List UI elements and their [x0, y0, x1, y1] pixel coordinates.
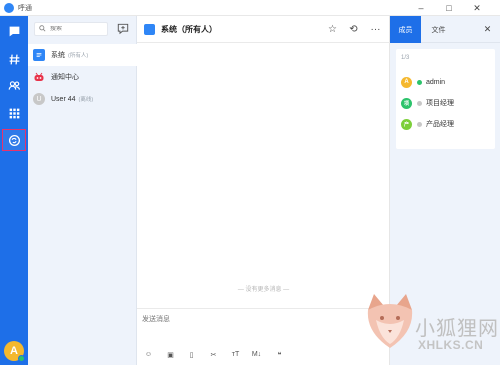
left-nav: A: [0, 16, 28, 365]
no-more-messages: — 没有更多消息 —: [237, 287, 290, 293]
watermark: 小狐狸网 XHLKS.CN: [360, 290, 500, 365]
tab-members[interactable]: 成员: [390, 16, 421, 43]
message-input[interactable]: [142, 314, 382, 338]
member-name: 项目经理: [426, 100, 454, 107]
close-window-button[interactable]: ✕: [464, 0, 490, 16]
screenshot-icon[interactable]: ✂: [208, 349, 219, 360]
star-icon[interactable]: ☆: [326, 23, 339, 36]
avatar-letter: A: [10, 345, 18, 357]
chat-nav-icon[interactable]: [2, 20, 26, 42]
app-logo-icon: [4, 2, 14, 13]
member-name: 产品经理: [426, 121, 454, 128]
panel-tabs: 成员 文件 ✕: [390, 16, 500, 43]
fox-logo-icon: [367, 294, 413, 348]
member-avatar: 项: [401, 97, 412, 109]
member-avatar: A: [401, 76, 412, 88]
list-item-label: 通知中心: [51, 74, 79, 81]
file-icon[interactable]: ▯: [186, 349, 197, 360]
compose-area: ☺ ▣ ▯ ✂ тT M↓ ❝: [137, 308, 390, 365]
maximize-button[interactable]: □: [436, 0, 462, 16]
member-count: 1/3: [401, 55, 410, 61]
list-item-system[interactable]: 系统 (所有人): [28, 44, 137, 66]
watermark-cn: 小狐狸网: [415, 316, 499, 340]
search-box[interactable]: [34, 22, 108, 36]
channel-list: 系统 (所有人) 通知中心 U User 44 (离线): [28, 16, 137, 365]
status-dot: [417, 100, 422, 106]
apps-nav-icon[interactable]: [2, 102, 26, 124]
list-item-user44[interactable]: U User 44 (离线): [28, 88, 137, 110]
app-title: 呼通: [18, 4, 32, 12]
watermark-en: XHLKS.CN: [418, 338, 484, 352]
chat-area: 系统（所有人） ☆ ⟲ ··· — 没有更多消息 — ☺ ▣ ▯ ✂ тT M↓…: [137, 16, 390, 365]
search-icon: [39, 24, 48, 34]
list-item-notifications[interactable]: 通知中心: [28, 66, 137, 88]
list-item-label: 系统: [51, 52, 65, 59]
bot-icon: [33, 71, 45, 83]
chat-title: 系统（所有人）: [161, 24, 217, 34]
list-item-tag: (离线): [78, 97, 94, 103]
font-icon[interactable]: тT: [230, 349, 241, 360]
member-list: 1/3 A admin 项 项目经理 产 产品经理: [396, 49, 495, 149]
list-item-label: User 44: [51, 95, 76, 103]
member-name: admin: [426, 78, 446, 86]
more-icon[interactable]: ···: [369, 23, 382, 36]
online-status-dot: [18, 355, 25, 362]
close-panel-icon[interactable]: ✕: [482, 24, 493, 35]
member-row[interactable]: 产 产品经理: [396, 114, 495, 134]
minimize-button[interactable]: –: [408, 0, 434, 16]
status-dot: [417, 121, 422, 127]
markdown-icon[interactable]: M↓: [251, 349, 262, 360]
emoji-icon[interactable]: ☺: [143, 349, 154, 360]
tab-files[interactable]: 文件: [423, 16, 454, 43]
list-item-tag: (所有人): [68, 53, 89, 59]
user-avatar[interactable]: A: [4, 341, 25, 362]
channel-nav-icon[interactable]: [2, 48, 26, 70]
image-icon[interactable]: ▣: [165, 349, 176, 360]
new-chat-icon: [117, 23, 129, 35]
member-avatar: 产: [401, 118, 412, 130]
quote-icon[interactable]: ❝: [274, 349, 285, 360]
member-row[interactable]: A admin: [396, 72, 495, 92]
channel-icon: [144, 23, 155, 35]
user-icon: U: [33, 93, 45, 105]
history-icon[interactable]: ⟲: [347, 23, 360, 36]
contacts-nav-icon[interactable]: [2, 74, 26, 96]
search-input[interactable]: [50, 26, 106, 32]
new-chat-button[interactable]: [117, 23, 129, 35]
plugin-nav-icon[interactable]: [2, 129, 26, 151]
chat-icon: [33, 49, 45, 61]
status-dot: [417, 79, 422, 85]
member-row[interactable]: 项 项目经理: [396, 93, 495, 113]
